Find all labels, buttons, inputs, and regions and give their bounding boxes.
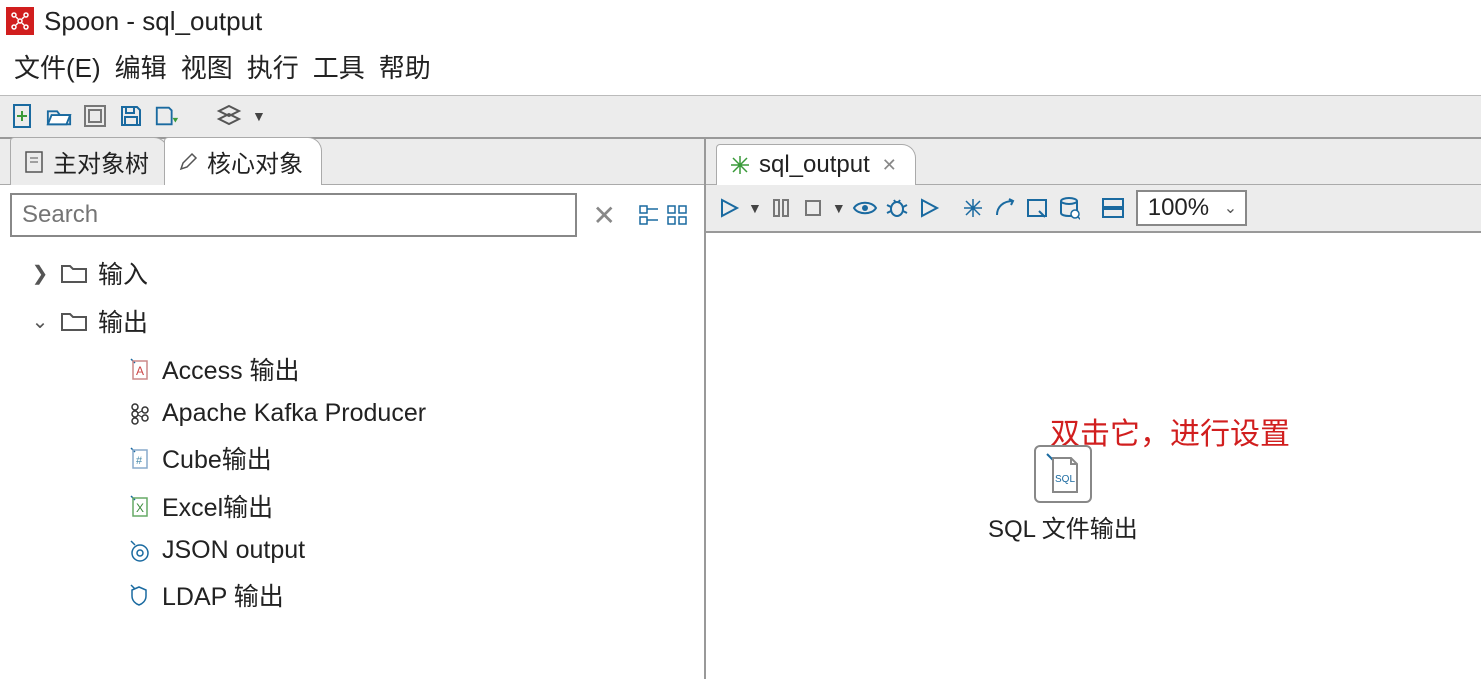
preview-icon[interactable]: [852, 195, 878, 221]
tree-folder-input[interactable]: ❯ 输入: [10, 249, 700, 297]
search-input[interactable]: [10, 193, 577, 237]
step-label: SQL 文件输出: [988, 509, 1138, 544]
zoom-select[interactable]: 100% ⌄: [1136, 190, 1247, 226]
perspective-dropdown-icon[interactable]: ▼: [252, 108, 266, 124]
menubar: 文件(E) 编辑 视图 执行 工具 帮助: [0, 42, 1481, 95]
titlebar: Spoon - sql_output: [0, 0, 1481, 42]
access-icon: A: [126, 356, 152, 382]
tab-main-tree-label: 主对象树: [53, 144, 149, 179]
tree-item-access[interactable]: A Access 输出: [10, 345, 700, 393]
tab-core-objects-label: 核心对象: [207, 144, 303, 179]
menu-file[interactable]: 文件(E): [14, 48, 101, 85]
clear-search-icon[interactable]: ✕: [585, 199, 624, 232]
tree-label: Access 输出: [162, 351, 300, 387]
run-dropdown-icon[interactable]: ▼: [748, 200, 762, 216]
tree-label: 输出: [98, 303, 148, 339]
save-as-icon[interactable]: [154, 103, 180, 129]
chevron-right-icon: ❯: [30, 261, 50, 286]
tab-sql-output[interactable]: sql_output ✕: [716, 144, 916, 185]
collapse-all-icon[interactable]: [666, 204, 688, 226]
expand-all-icon[interactable]: [638, 204, 660, 226]
stop-dropdown-icon[interactable]: ▼: [832, 200, 846, 216]
folder-icon: [60, 261, 88, 285]
tab-main-tree[interactable]: 主对象树: [10, 137, 168, 185]
kafka-icon: [126, 401, 152, 427]
replay-icon[interactable]: [916, 195, 942, 221]
perspective-icon[interactable]: [216, 103, 242, 129]
menu-view[interactable]: 视图: [181, 48, 233, 85]
verify-icon[interactable]: [960, 195, 986, 221]
stop-icon[interactable]: [800, 195, 826, 221]
open-icon[interactable]: [46, 103, 72, 129]
tree-item-ldap[interactable]: LDAP 输出: [10, 571, 700, 619]
menu-edit[interactable]: 编辑: [115, 48, 167, 85]
explore-db-icon[interactable]: [1056, 195, 1082, 221]
menu-tools[interactable]: 工具: [313, 48, 365, 85]
tree-item-kafka[interactable]: Apache Kafka Producer: [10, 393, 700, 434]
folder-icon: [60, 309, 88, 333]
tree-label: JSON output: [162, 536, 305, 565]
json-icon: [126, 538, 152, 564]
pencil-icon: [175, 149, 201, 175]
menu-run[interactable]: 执行: [247, 48, 299, 85]
ldap-icon: [126, 582, 152, 608]
tree-label: Excel输出: [162, 488, 273, 524]
canvas[interactable]: 双击它，进行设置 SQL SQL 文件输出: [706, 233, 1481, 679]
pause-icon[interactable]: [768, 195, 794, 221]
tab-core-objects[interactable]: 核心对象: [164, 137, 322, 185]
left-panel: 主对象树 核心对象 ✕ ❯: [0, 139, 706, 679]
editor-toolbar: ▼ ▼: [706, 185, 1481, 233]
sql-icon[interactable]: [1024, 195, 1050, 221]
step-sql-file-output[interactable]: SQL SQL 文件输出: [988, 445, 1138, 544]
window-title: Spoon - sql_output: [44, 6, 262, 37]
zoom-value: 100%: [1148, 194, 1209, 222]
tree-item-cube[interactable]: # Cube输出: [10, 434, 700, 482]
right-panel: sql_output ✕ ▼ ▼: [706, 139, 1481, 679]
svg-text:SQL: SQL: [1055, 474, 1075, 485]
run-icon[interactable]: [716, 195, 742, 221]
tree-label: 输入: [98, 255, 148, 291]
explore-icon[interactable]: [82, 103, 108, 129]
app-icon: [6, 7, 34, 35]
new-file-icon[interactable]: [10, 103, 36, 129]
tree[interactable]: ❯ 输入 ⌄ 输出 A Access 输出: [0, 245, 704, 679]
tree-label: LDAP 输出: [162, 577, 284, 613]
svg-text:#: #: [136, 455, 143, 467]
left-tabs: 主对象树 核心对象: [0, 139, 704, 185]
document-icon: [21, 149, 47, 175]
svg-text:X: X: [136, 501, 144, 515]
svg-text:A: A: [136, 364, 144, 378]
editor-tab-label: sql_output: [759, 151, 870, 179]
sql-file-icon: SQL: [1034, 445, 1092, 503]
chevron-down-icon: ⌄: [1224, 198, 1237, 218]
menu-help[interactable]: 帮助: [379, 48, 431, 85]
tree-item-excel[interactable]: X Excel输出: [10, 482, 700, 530]
save-icon[interactable]: [118, 103, 144, 129]
impact-icon[interactable]: [992, 195, 1018, 221]
close-tab-icon[interactable]: ✕: [882, 155, 897, 176]
transformation-icon: [727, 152, 753, 178]
chevron-down-icon: ⌄: [30, 309, 50, 334]
debug-icon[interactable]: [884, 195, 910, 221]
main-toolbar: ▼: [0, 95, 1481, 139]
editor-tabs: sql_output ✕: [706, 139, 1481, 185]
tree-folder-output[interactable]: ⌄ 输出: [10, 297, 700, 345]
search-row: ✕: [0, 185, 704, 245]
tree-label: Apache Kafka Producer: [162, 399, 426, 428]
cube-icon: #: [126, 445, 152, 471]
tree-item-json[interactable]: JSON output: [10, 530, 700, 571]
show-results-icon[interactable]: [1100, 195, 1126, 221]
tree-label: Cube输出: [162, 440, 272, 476]
excel-icon: X: [126, 493, 152, 519]
